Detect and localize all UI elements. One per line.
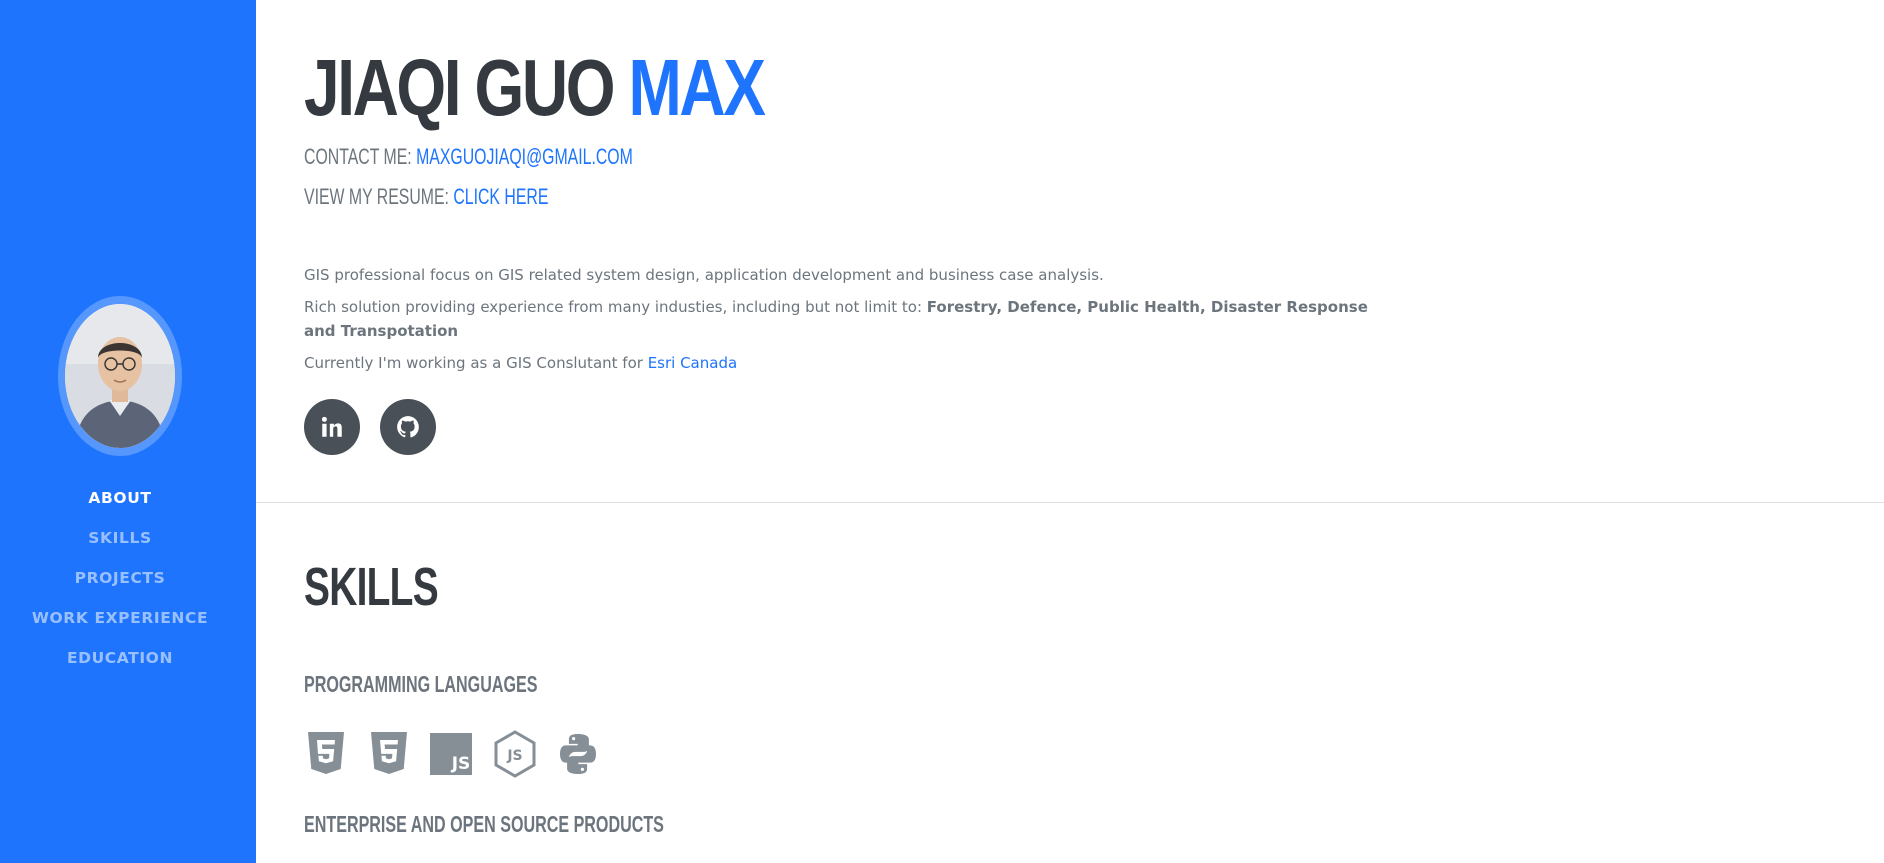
nav-link-work-experience[interactable]: WORK EXPERIENCE [32,609,208,627]
sidebar-nav: ABOUT SKILLS PROJECTS WORK EXPERIENCE ED… [0,478,240,678]
nav-item-work-experience: WORK EXPERIENCE [0,598,240,638]
python-icon [556,730,600,778]
nav-link-about[interactable]: ABOUT [88,489,151,507]
resume-label: VIEW MY RESUME: [304,184,449,209]
github-icon [397,416,419,438]
avatar-ring [58,296,182,456]
sidebar: ABOUT SKILLS PROJECTS WORK EXPERIENCE ED… [0,0,256,863]
social-icons [304,399,436,455]
about-paragraph-1: GIS professional focus on GIS related sy… [304,266,1104,284]
industries-text: Rich solution providing experience from … [304,298,927,316]
svg-text:JS: JS [506,748,522,764]
nav-item-about: ABOUT [0,478,240,518]
about-paragraph-3: Currently I'm working as a GIS Conslutan… [304,351,1384,375]
resume-line: VIEW MY RESUME: CLICK HERE [304,184,548,210]
nickname: MAX [628,43,766,132]
nodejs-icon: JS [493,730,537,778]
nav-link-education[interactable]: EDUCATION [67,649,173,667]
avatar-image [65,304,175,448]
contact-email-link[interactable]: MAXGUOJIAQI@GMAIL.COM [416,144,633,169]
programming-icons: JS JS [304,730,600,778]
skills-title: SKILLS [304,557,439,617]
section-divider [256,502,1884,503]
nav-link-projects[interactable]: PROJECTS [75,569,166,587]
enterprise-products-heading: ENTERPRISE AND OPEN SOURCE PRODUCTS [304,811,664,837]
full-name: JIAQI GUO [304,43,616,132]
github-button[interactable] [380,399,436,455]
nav-item-projects: PROJECTS [0,558,240,598]
avatar [65,304,175,448]
about-paragraph-2: Rich solution providing experience from … [304,295,1384,343]
javascript-icon: JS [430,730,474,778]
css3-icon [367,730,411,778]
html5-icon [304,730,348,778]
linkedin-button[interactable] [304,399,360,455]
contact-line: CONTACT ME: MAXGUOJIAQI@GMAIL.COM [304,144,633,170]
programming-languages-heading: PROGRAMMING LANGUAGES [304,671,538,697]
linkedin-icon [321,416,342,437]
nav-item-education: EDUCATION [0,638,240,678]
current-role-text: Currently I'm working as a GIS Conslutan… [304,354,648,372]
nav-link-skills[interactable]: SKILLS [88,529,151,547]
page-title: JIAQI GUO MAX [304,40,766,136]
main-content: JIAQI GUO MAX CONTACT ME: MAXGUOJIAQI@GM… [256,0,1884,863]
svg-text:JS: JS [451,754,471,774]
contact-label: CONTACT ME: [304,144,412,169]
nav-item-skills: SKILLS [0,518,240,558]
resume-link[interactable]: CLICK HERE [453,184,548,209]
employer-link[interactable]: Esri Canada [648,354,737,372]
